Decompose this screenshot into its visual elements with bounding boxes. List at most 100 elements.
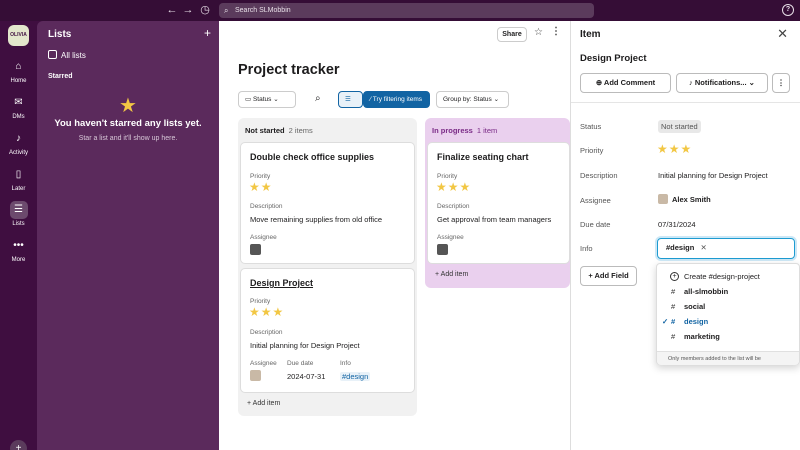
notifications-button[interactable]: ♪ Notifications... ⌄ bbox=[676, 73, 768, 93]
column-name: In progress bbox=[432, 126, 473, 135]
star-icon: ★ bbox=[119, 95, 137, 117]
dms-icon: ✉ bbox=[14, 97, 23, 108]
card-title[interactable]: Design Project bbox=[250, 278, 313, 288]
priority-stars: ★★★ bbox=[436, 180, 472, 194]
more-options-icon[interactable]: ⋮ bbox=[772, 73, 790, 93]
close-icon[interactable]: ✕ bbox=[777, 26, 788, 42]
add-comment-button[interactable]: ⊕ Add Comment bbox=[580, 73, 671, 93]
share-button[interactable]: Share bbox=[497, 27, 527, 42]
page-title: Project tracker bbox=[238, 62, 340, 78]
priority-stars: ★★★ bbox=[249, 305, 285, 319]
item-name: Design Project bbox=[580, 53, 647, 64]
chevron-down-icon: ⌄ bbox=[493, 96, 500, 103]
comment-icon: ⊕ bbox=[595, 78, 603, 87]
add-field-button[interactable]: + Add Field bbox=[580, 266, 637, 286]
add-item-button[interactable]: + Add item bbox=[435, 271, 468, 278]
hash-icon: # bbox=[671, 317, 676, 326]
channel-option-label: marketing bbox=[684, 332, 720, 341]
home-icon: ⌂ bbox=[15, 61, 22, 72]
info-chip-label: design bbox=[670, 243, 695, 252]
all-lists-link[interactable]: All lists bbox=[48, 50, 86, 60]
panel-title: Item bbox=[580, 29, 601, 40]
description-value: Initial planning for Design Project bbox=[250, 341, 360, 350]
channel-option[interactable]: # marketing bbox=[657, 329, 800, 344]
workspace-icon[interactable]: OLIVIA bbox=[8, 25, 29, 46]
item-card[interactable]: Finalize seating chart Priority ★★★ Desc… bbox=[427, 142, 570, 264]
column-count: 2 items bbox=[288, 126, 313, 135]
priority-label: Priority bbox=[580, 146, 604, 155]
more-icon: ••• bbox=[13, 240, 24, 251]
search-placeholder: Search SLMobbin bbox=[235, 7, 291, 14]
left-rail: OLIVIA ⌂ Home ✉ DMs ♪ Activity ▯ Later ☰… bbox=[0, 21, 37, 450]
status-view-label: Status bbox=[252, 96, 272, 103]
all-lists-label: All lists bbox=[61, 51, 86, 60]
avatar bbox=[250, 244, 261, 255]
status-view-button[interactable]: ▭ Status ⌄ bbox=[238, 91, 296, 108]
plus-circle-icon: + bbox=[670, 272, 679, 281]
hash-icon: # bbox=[671, 287, 676, 296]
card-title: Double check office supplies bbox=[250, 152, 375, 162]
add-item-button[interactable]: + Add item bbox=[247, 400, 280, 407]
priority-label: Priority bbox=[250, 298, 271, 305]
due-date-value[interactable]: 07/31/2024 bbox=[658, 220, 696, 229]
rail-dms-label: DMs bbox=[12, 114, 25, 120]
more-options-icon[interactable]: ⋮ bbox=[551, 26, 561, 37]
avatar bbox=[658, 194, 668, 204]
item-card[interactable]: Design Project Priority ★★★ Description … bbox=[240, 268, 415, 393]
column-in-progress: In progress 1 item Finalize seating chart… bbox=[425, 118, 570, 288]
star-outline-icon[interactable]: ☆ bbox=[534, 27, 543, 38]
plus-icon: + bbox=[435, 271, 440, 278]
description-value[interactable]: Initial planning for Design Project bbox=[658, 171, 768, 180]
channel-option[interactable]: # social bbox=[657, 299, 800, 314]
plus-icon: + bbox=[588, 271, 593, 280]
column-not-started: Not started 2 items Double check office s… bbox=[238, 118, 417, 416]
priority-stars: ★★ bbox=[249, 180, 273, 194]
plus-icon: + bbox=[247, 400, 252, 407]
description-value: Get approval from team managers bbox=[437, 215, 552, 224]
rail-lists[interactable]: ☰ Lists bbox=[0, 201, 37, 227]
filter-settings-button[interactable]: ☰ bbox=[338, 91, 363, 108]
channel-option[interactable]: # all-slmobbin bbox=[657, 284, 800, 299]
info-chip: #design ✕ bbox=[666, 243, 707, 252]
group-by-button[interactable]: Group by: Status ⌄ bbox=[436, 91, 509, 108]
column-header: Not started 2 items bbox=[245, 126, 313, 135]
hash-icon: # bbox=[671, 302, 676, 311]
due-date-label: Due date bbox=[287, 360, 314, 367]
rail-home[interactable]: ⌂ Home bbox=[0, 58, 37, 84]
channel-option-label: all-slmobbin bbox=[684, 287, 729, 296]
rail-more[interactable]: ••• More bbox=[0, 237, 37, 263]
rail-later[interactable]: ▯ Later bbox=[0, 166, 37, 192]
arrow-left-icon[interactable]: ← bbox=[165, 3, 179, 17]
add-icon[interactable]: + bbox=[10, 440, 27, 450]
rail-dms[interactable]: ✉ DMs bbox=[0, 94, 37, 120]
clock-icon[interactable]: ◷ bbox=[198, 3, 212, 17]
create-channel-option[interactable]: + Create #design-project bbox=[657, 269, 800, 284]
priority-stars[interactable]: ★★★ bbox=[657, 142, 692, 156]
add-item-label: Add item bbox=[252, 400, 281, 407]
channel-dropdown: + Create #design-project # all-slmobbin # s… bbox=[656, 263, 800, 365]
info-tag[interactable]: #design bbox=[340, 372, 371, 381]
sliders-icon: ☰ bbox=[345, 96, 351, 103]
channel-option-selected[interactable]: ✓ # design bbox=[657, 314, 800, 329]
help-icon[interactable]: ? bbox=[782, 4, 794, 16]
starred-empty-title: You haven't starred any lists yet. bbox=[54, 118, 202, 129]
hash-icon: # bbox=[671, 332, 676, 341]
priority-label: Priority bbox=[250, 173, 271, 180]
status-value[interactable]: Not started bbox=[658, 120, 701, 133]
check-icon: ✓ bbox=[662, 317, 669, 326]
dropdown-footer: Only members added to the list will be bbox=[657, 351, 799, 365]
assignee-label: Assignee bbox=[250, 234, 277, 241]
search-bar[interactable]: ⌕ Search SLMobbin bbox=[219, 3, 594, 18]
channel-option-label: design bbox=[684, 317, 709, 326]
try-filtering-label: Try filtering items bbox=[372, 96, 423, 103]
lists-title: Lists bbox=[48, 29, 72, 40]
rail-activity[interactable]: ♪ Activity bbox=[0, 130, 37, 156]
remove-chip-icon[interactable]: ✕ bbox=[700, 243, 706, 252]
try-filtering-button[interactable]: ⁄ Try filtering items bbox=[363, 91, 430, 108]
item-card[interactable]: Double check office supplies Priority ★★… bbox=[240, 142, 415, 264]
assignee-value[interactable]: Alex Smith bbox=[658, 194, 711, 204]
search-icon[interactable]: ⌕ bbox=[315, 93, 321, 104]
arrow-right-icon[interactable]: → bbox=[181, 3, 195, 17]
info-input[interactable]: #design ✕ bbox=[657, 238, 795, 259]
new-list-button[interactable]: + bbox=[204, 26, 211, 40]
